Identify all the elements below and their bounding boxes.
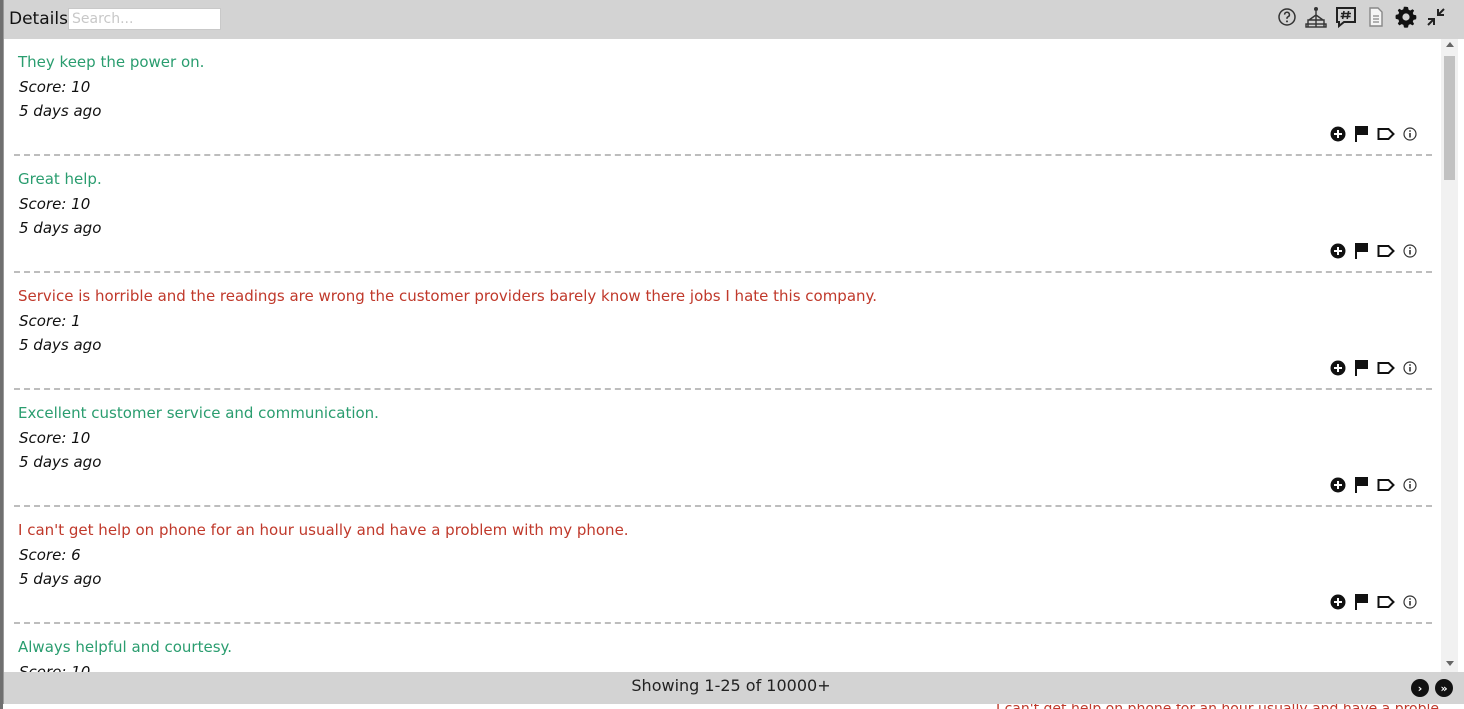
flag-icon[interactable] [1353, 476, 1371, 494]
add-icon[interactable] [1329, 476, 1347, 494]
add-icon[interactable] [1329, 359, 1347, 377]
tag-icon[interactable] [1377, 242, 1395, 260]
info-icon[interactable] [1401, 476, 1419, 494]
list-item[interactable]: I can't get help on phone for an hour us… [14, 507, 1432, 624]
comment-text[interactable]: Great help. [18, 170, 102, 188]
flag-icon[interactable] [1353, 593, 1371, 611]
item-actions [1329, 593, 1419, 611]
score-text: Score: 1 [19, 312, 81, 330]
info-icon[interactable] [1401, 359, 1419, 377]
tag-icon[interactable] [1377, 476, 1395, 494]
score-text: Score: 10 [19, 195, 91, 213]
search-input[interactable] [68, 8, 221, 30]
tag-icon[interactable] [1377, 125, 1395, 143]
comment-text[interactable]: I can't get help on phone for an hour us… [18, 521, 629, 539]
details-dialog: Details They keep the power on. Score: 10… [3, 0, 1464, 704]
item-actions [1329, 359, 1419, 377]
add-icon[interactable] [1329, 593, 1347, 611]
details-list[interactable]: They keep the power on. Score: 10 5 days a… [4, 39, 1441, 672]
tag-icon[interactable] [1377, 359, 1395, 377]
info-icon[interactable] [1401, 593, 1419, 611]
add-icon[interactable] [1329, 242, 1347, 260]
list-item[interactable]: Always helpful and courtesy. Score: 10 [14, 624, 1432, 672]
dialog-title: Details [9, 9, 68, 29]
comment-text[interactable]: Excellent customer service and communica… [18, 404, 379, 422]
info-icon[interactable] [1401, 125, 1419, 143]
document-icon[interactable] [1363, 4, 1389, 30]
last-page-icon[interactable]: » [1435, 679, 1453, 697]
timestamp-text: 5 days ago [19, 453, 102, 471]
item-actions [1329, 476, 1419, 494]
hierarchy-icon[interactable] [1303, 4, 1329, 30]
timestamp-text: 5 days ago [19, 570, 102, 588]
comment-text[interactable]: Service is horrible and the readings are… [18, 287, 877, 305]
gear-icon[interactable] [1393, 4, 1419, 30]
scroll-down-arrow-icon[interactable] [1446, 661, 1454, 666]
list-item[interactable]: Service is horrible and the readings are… [14, 273, 1432, 390]
add-icon[interactable] [1329, 125, 1347, 143]
info-icon[interactable] [1401, 242, 1419, 260]
minimize-icon[interactable] [1423, 4, 1449, 30]
scroll-thumb[interactable] [1444, 56, 1455, 180]
flag-icon[interactable] [1353, 242, 1371, 260]
dialog-header: Details [4, 0, 1464, 39]
score-text: Score: 10 [19, 663, 91, 672]
scroll-up-arrow-icon[interactable] [1446, 42, 1454, 47]
timestamp-text: 5 days ago [19, 102, 102, 120]
flag-icon[interactable] [1353, 359, 1371, 377]
hashtag-comment-icon[interactable] [1333, 4, 1359, 30]
timestamp-text: 5 days ago [19, 219, 102, 237]
timestamp-text: 5 days ago [19, 336, 102, 354]
flag-icon[interactable] [1353, 125, 1371, 143]
pagination-status: Showing 1-25 of 10000+ [631, 676, 831, 695]
score-text: Score: 10 [19, 78, 91, 96]
list-item[interactable]: Great help. Score: 10 5 days ago [14, 156, 1432, 273]
comment-text[interactable]: Always helpful and courtesy. [18, 638, 232, 656]
comment-text[interactable]: They keep the power on. [18, 53, 204, 71]
scrollbar[interactable] [1441, 39, 1458, 672]
score-text: Score: 10 [19, 429, 91, 447]
score-text: Score: 6 [19, 546, 81, 564]
dialog-footer: Showing 1-25 of 10000+ › » [4, 672, 1464, 704]
help-icon[interactable] [1274, 4, 1300, 30]
list-item[interactable]: They keep the power on. Score: 10 5 days a… [14, 39, 1432, 156]
item-actions [1329, 125, 1419, 143]
list-item[interactable]: Excellent customer service and communica… [14, 390, 1432, 507]
tag-icon[interactable] [1377, 593, 1395, 611]
next-page-icon[interactable]: › [1411, 679, 1429, 697]
item-actions [1329, 242, 1419, 260]
